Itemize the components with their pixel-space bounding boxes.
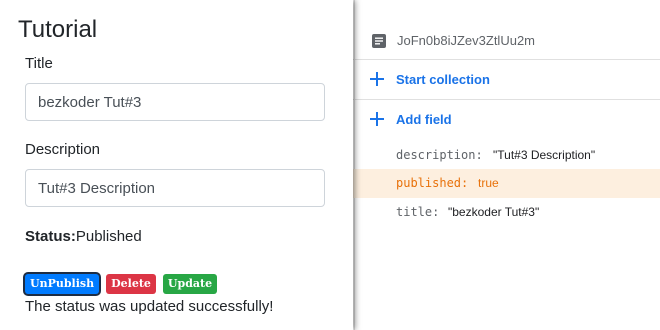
- status-value: Published: [75, 228, 142, 245]
- field-value: "Tut#3 Description": [493, 148, 596, 162]
- status-line: Status:Published: [25, 228, 142, 245]
- plus-icon: [370, 112, 384, 126]
- field-row-title[interactable]: title: "bezkoder Tut#3": [353, 198, 660, 227]
- description-input[interactable]: [25, 169, 325, 207]
- unpublish-button[interactable]: UnPublish: [25, 274, 100, 294]
- document-id: JoFn0b8iJZev3ZtlUu2m: [397, 33, 535, 48]
- plus-icon: [370, 72, 384, 86]
- description-label: Description: [25, 141, 101, 158]
- delete-button[interactable]: Delete: [106, 274, 156, 294]
- status-message: The status was updated successfully!: [25, 298, 274, 315]
- tutorial-edit-form: Tutorial Title Description Status:Publis…: [0, 0, 353, 330]
- start-collection-label: Start collection: [396, 72, 490, 87]
- field-key: published:: [396, 176, 469, 190]
- field-key: description:: [396, 148, 483, 162]
- document-icon: [372, 34, 386, 48]
- title-label: Title: [25, 55, 53, 72]
- document-header: JoFn0b8iJZev3ZtlUu2m: [353, 0, 660, 60]
- add-field-button[interactable]: Add field: [353, 100, 660, 140]
- start-collection-button[interactable]: Start collection: [353, 60, 660, 100]
- document-panel: JoFn0b8iJZev3ZtlUu2m Start collection Ad…: [353, 0, 660, 330]
- form-heading: Tutorial: [18, 16, 98, 43]
- field-value: "bezkoder Tut#3": [448, 205, 540, 219]
- field-row-published[interactable]: published: true: [353, 169, 660, 198]
- field-value: true: [478, 176, 499, 190]
- field-row-description[interactable]: description: "Tut#3 Description": [353, 141, 660, 170]
- status-key: Status:: [25, 228, 76, 245]
- add-field-label: Add field: [396, 112, 452, 127]
- update-button[interactable]: Update: [162, 274, 218, 294]
- action-buttons: UnPublish Delete Update: [25, 274, 218, 294]
- title-input[interactable]: [25, 83, 325, 121]
- field-key: title:: [396, 205, 440, 219]
